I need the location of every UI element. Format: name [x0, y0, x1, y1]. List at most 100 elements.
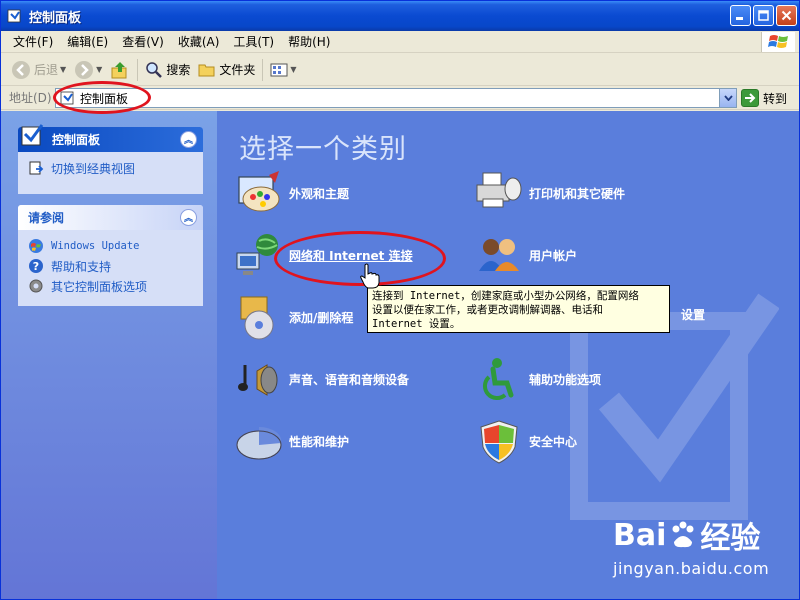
add-remove-programs-icon [240, 296, 274, 340]
baidu-jingyan-watermark: Bai 经验 jingyan.baidu.com [613, 513, 770, 579]
category-printers-and-hardware[interactable]: 打印机和其它硬件 [475, 169, 625, 217]
forward-dropdown-icon[interactable]: ▼ [96, 65, 102, 74]
accessibility-icon [482, 358, 514, 401]
toolbar-separator [137, 58, 139, 81]
link-label: 其它控制面板选项 [51, 279, 148, 294]
security-shield-icon [480, 420, 518, 464]
search-label: 搜索 [166, 63, 191, 77]
tooltip-line: 连接到 Internet，创建家庭或小型办公网络，配置网络 [372, 290, 639, 302]
printer-hardware-icon [476, 172, 522, 208]
panel-title: 请参阅 [28, 211, 65, 225]
switch-view-icon [29, 161, 44, 175]
up-folder-button[interactable] [106, 57, 134, 83]
forward-button[interactable]: ▼ [70, 57, 106, 83]
menu-bar: 文件(F) 编辑(E) 查看(V) 收藏(A) 工具(T) 帮助(H) [1, 31, 799, 53]
menu-edit[interactable]: 编辑(E) [60, 31, 115, 53]
chevron-up-icon: ︽ [183, 214, 193, 224]
control-panel-panel-header[interactable]: 控制面板 ︽ [18, 123, 203, 152]
task-pane: 控制面板 ︽ 切换到经典视图 请参阅 ︽ Windows Update ? 帮助… [1, 111, 217, 599]
category-label: 用户帐户 [529, 248, 578, 263]
folders-button[interactable]: 文件夹 [194, 57, 259, 83]
minimize-icon [736, 17, 743, 20]
hand-cursor-icon [360, 263, 380, 289]
category-label: 安全中心 [529, 434, 578, 449]
chevron-down-icon [723, 95, 733, 101]
address-input[interactable]: 控制面板 [55, 88, 737, 108]
search-button[interactable]: 搜索 [141, 57, 194, 83]
help-icon: ? [29, 259, 43, 273]
user-accounts-icon [479, 239, 519, 271]
jingyan-logo-text: 经验 [700, 521, 761, 556]
folders-label: 文件夹 [219, 63, 256, 77]
toolbar-separator [262, 58, 264, 81]
other-control-panel-options-link[interactable]: 其它控制面板选项 [28, 276, 193, 296]
menu-favorites[interactable]: 收藏(A) [171, 31, 227, 53]
windows-update-icon [29, 239, 43, 253]
address-annotation-circle [53, 81, 151, 114]
address-dropdown-button[interactable] [719, 89, 736, 107]
maximize-icon [758, 10, 769, 21]
performance-maintenance-icon [236, 426, 282, 460]
go-button[interactable]: 转到 [741, 88, 787, 108]
switch-to-classic-view-link[interactable]: 切换到经典视图 [28, 158, 193, 178]
go-label: 转到 [763, 91, 788, 106]
chevron-up-icon: ︽ [183, 136, 193, 146]
menu-view[interactable]: 查看(V) [115, 31, 171, 53]
forward-arrow-icon [75, 60, 94, 79]
category-label: 性能和维护 [289, 434, 350, 449]
control-panel-window: 控制面板 文件(F) 编辑(E) 查看(V) 收藏(A) 工具(T) 帮助(H) [0, 0, 800, 600]
menu-help[interactable]: 帮助(H) [281, 31, 337, 53]
category-performance-maintenance[interactable]: 性能和维护 [235, 417, 349, 465]
category-appearance-and-themes[interactable]: 外观和主题 [235, 169, 349, 217]
collapse-panel-button[interactable]: ︽ [180, 209, 197, 226]
back-dropdown-icon[interactable]: ▼ [60, 65, 66, 74]
category-user-accounts[interactable]: 用户帐户 [475, 231, 577, 279]
close-button[interactable] [776, 5, 797, 26]
category-security-center[interactable]: 安全中心 [475, 417, 577, 465]
minimize-button[interactable] [730, 5, 751, 26]
svg-text:?: ? [33, 260, 39, 273]
link-label: Windows Update [51, 240, 140, 252]
back-arrow-icon [12, 60, 30, 79]
appearance-themes-icon [238, 171, 280, 212]
category-label: 外观和主题 [289, 186, 350, 201]
address-label: 地址(D) [9, 91, 52, 105]
windows-update-link[interactable]: Windows Update [28, 236, 193, 256]
windows-logo-icon [761, 32, 795, 52]
category-label: 辅助功能选项 [529, 372, 602, 387]
category-accessibility-options[interactable]: 辅助功能选项 [475, 355, 601, 403]
go-arrow-icon [741, 89, 759, 107]
category-tooltip: 连接到 Internet，创建家庭或小型办公网络，配置网络 设置以便在家工作，或… [367, 285, 670, 333]
category-add-remove-programs[interactable]: 添加/删除程 [235, 293, 353, 341]
collapse-panel-button[interactable]: ︽ [180, 131, 197, 148]
category-label: 声音、语音和音频设备 [289, 372, 410, 387]
baidu-logo-text: Bai [613, 517, 667, 553]
window-title: 控制面板 [29, 10, 82, 26]
folder-icon [198, 64, 215, 76]
page-title: 选择一个类别 [239, 134, 407, 165]
toolbar: 后退 ▼ ▼ 搜索 文件夹 ▼ [1, 54, 799, 86]
tooltip-line: Internet 设置。 [372, 318, 461, 330]
link-label: 帮助和支持 [51, 259, 112, 274]
title-bar[interactable]: 控制面板 [1, 1, 799, 31]
close-icon [781, 10, 792, 21]
control-panel-task-panel: 控制面板 ︽ 切换到经典视图 [18, 123, 203, 194]
help-and-support-link[interactable]: ? 帮助和支持 [28, 256, 193, 276]
sound-speaker-icon [238, 364, 278, 396]
views-button[interactable]: ▼ [266, 57, 300, 83]
back-button[interactable]: 后退 ▼ [7, 57, 70, 83]
menu-tools[interactable]: 工具(T) [226, 31, 281, 53]
watermark-url: jingyan.baidu.com [613, 559, 770, 578]
category-sound-speech-audio[interactable]: 声音、语音和音频设备 [235, 355, 409, 403]
see-also-panel-header[interactable]: 请参阅 ︽ [18, 205, 203, 230]
maximize-button[interactable] [753, 5, 774, 26]
control-panel-icon [7, 9, 21, 23]
views-icon [270, 63, 288, 76]
category-settings-partial[interactable]: 设置 [675, 306, 705, 323]
gear-icon [29, 279, 43, 293]
category-label: 打印机和其它硬件 [529, 186, 626, 201]
up-folder-icon [111, 61, 127, 78]
back-label: 后退 [34, 63, 59, 77]
menu-file[interactable]: 文件(F) [1, 31, 60, 53]
views-dropdown-icon[interactable]: ▼ [290, 65, 296, 74]
